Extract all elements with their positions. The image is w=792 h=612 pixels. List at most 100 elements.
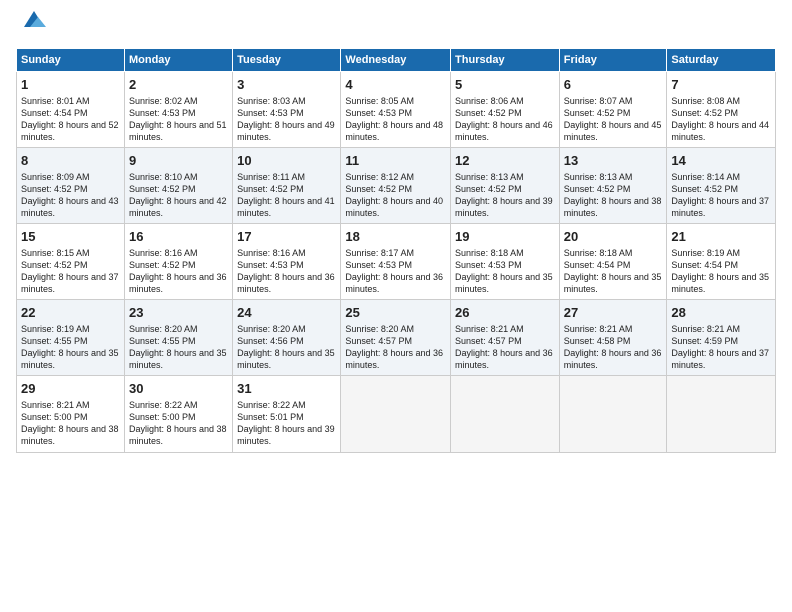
day-number: 15 [21, 228, 120, 246]
calendar-cell: 2Sunrise: 8:02 AMSunset: 4:53 PMDaylight… [124, 72, 232, 148]
daylight: Daylight: 8 hours and 36 minutes. [345, 271, 446, 295]
sunset: Sunset: 4:52 PM [129, 183, 228, 195]
day-number: 27 [564, 304, 663, 322]
sunset: Sunset: 4:59 PM [671, 335, 771, 347]
header-day-monday: Monday [124, 49, 232, 72]
calendar-cell: 23Sunrise: 8:20 AMSunset: 4:55 PMDayligh… [124, 300, 232, 376]
sunrise: Sunrise: 8:22 AM [129, 399, 228, 411]
calendar-cell: 16Sunrise: 8:16 AMSunset: 4:52 PMDayligh… [124, 224, 232, 300]
sunset: Sunset: 4:55 PM [129, 335, 228, 347]
sunrise: Sunrise: 8:19 AM [671, 247, 771, 259]
sunrise: Sunrise: 8:20 AM [345, 323, 446, 335]
sunset: Sunset: 4:52 PM [671, 183, 771, 195]
page-container: SundayMondayTuesdayWednesdayThursdayFrid… [0, 0, 792, 461]
calendar-cell: 31Sunrise: 8:22 AMSunset: 5:01 PMDayligh… [233, 376, 341, 452]
sunrise: Sunrise: 8:12 AM [345, 171, 446, 183]
header-day-friday: Friday [559, 49, 667, 72]
daylight: Daylight: 8 hours and 43 minutes. [21, 195, 120, 219]
sunset: Sunset: 4:52 PM [455, 183, 555, 195]
header-day-wednesday: Wednesday [341, 49, 451, 72]
sunrise: Sunrise: 8:11 AM [237, 171, 336, 183]
week-row-5: 29Sunrise: 8:21 AMSunset: 5:00 PMDayligh… [17, 376, 776, 452]
sunrise: Sunrise: 8:21 AM [564, 323, 663, 335]
day-number: 23 [129, 304, 228, 322]
daylight: Daylight: 8 hours and 36 minutes. [345, 347, 446, 371]
day-number: 13 [564, 152, 663, 170]
sunrise: Sunrise: 8:01 AM [21, 95, 120, 107]
calendar-cell: 20Sunrise: 8:18 AMSunset: 4:54 PMDayligh… [559, 224, 667, 300]
calendar-cell [341, 376, 451, 452]
daylight: Daylight: 8 hours and 49 minutes. [237, 119, 336, 143]
day-number: 19 [455, 228, 555, 246]
sunset: Sunset: 4:55 PM [21, 335, 120, 347]
day-number: 30 [129, 380, 228, 398]
sunset: Sunset: 4:53 PM [237, 107, 336, 119]
daylight: Daylight: 8 hours and 37 minutes. [671, 347, 771, 371]
week-row-3: 15Sunrise: 8:15 AMSunset: 4:52 PMDayligh… [17, 224, 776, 300]
calendar-cell [667, 376, 776, 452]
day-number: 10 [237, 152, 336, 170]
daylight: Daylight: 8 hours and 36 minutes. [564, 347, 663, 371]
daylight: Daylight: 8 hours and 41 minutes. [237, 195, 336, 219]
sunrise: Sunrise: 8:19 AM [21, 323, 120, 335]
daylight: Daylight: 8 hours and 46 minutes. [455, 119, 555, 143]
page-header [16, 16, 776, 38]
calendar-cell: 19Sunrise: 8:18 AMSunset: 4:53 PMDayligh… [451, 224, 560, 300]
sunrise: Sunrise: 8:05 AM [345, 95, 446, 107]
day-number: 3 [237, 76, 336, 94]
header-day-sunday: Sunday [17, 49, 125, 72]
calendar-cell: 25Sunrise: 8:20 AMSunset: 4:57 PMDayligh… [341, 300, 451, 376]
week-row-2: 8Sunrise: 8:09 AMSunset: 4:52 PMDaylight… [17, 148, 776, 224]
sunrise: Sunrise: 8:17 AM [345, 247, 446, 259]
day-number: 31 [237, 380, 336, 398]
sunrise: Sunrise: 8:10 AM [129, 171, 228, 183]
daylight: Daylight: 8 hours and 38 minutes. [564, 195, 663, 219]
daylight: Daylight: 8 hours and 38 minutes. [21, 423, 120, 447]
calendar-cell: 17Sunrise: 8:16 AMSunset: 4:53 PMDayligh… [233, 224, 341, 300]
calendar-cell: 6Sunrise: 8:07 AMSunset: 4:52 PMDaylight… [559, 72, 667, 148]
sunset: Sunset: 5:00 PM [21, 411, 120, 423]
sunset: Sunset: 4:52 PM [455, 107, 555, 119]
sunset: Sunset: 4:54 PM [671, 259, 771, 271]
daylight: Daylight: 8 hours and 35 minutes. [237, 347, 336, 371]
calendar-cell: 15Sunrise: 8:15 AMSunset: 4:52 PMDayligh… [17, 224, 125, 300]
sunrise: Sunrise: 8:06 AM [455, 95, 555, 107]
calendar-cell: 30Sunrise: 8:22 AMSunset: 5:00 PMDayligh… [124, 376, 232, 452]
sunrise: Sunrise: 8:18 AM [455, 247, 555, 259]
sunset: Sunset: 4:53 PM [455, 259, 555, 271]
sunset: Sunset: 4:53 PM [129, 107, 228, 119]
sunset: Sunset: 4:52 PM [564, 107, 663, 119]
daylight: Daylight: 8 hours and 38 minutes. [129, 423, 228, 447]
sunrise: Sunrise: 8:21 AM [455, 323, 555, 335]
daylight: Daylight: 8 hours and 35 minutes. [129, 347, 228, 371]
daylight: Daylight: 8 hours and 36 minutes. [237, 271, 336, 295]
calendar-cell: 27Sunrise: 8:21 AMSunset: 4:58 PMDayligh… [559, 300, 667, 376]
sunset: Sunset: 4:52 PM [21, 259, 120, 271]
sunrise: Sunrise: 8:20 AM [129, 323, 228, 335]
day-number: 6 [564, 76, 663, 94]
calendar-body: 1Sunrise: 8:01 AMSunset: 4:54 PMDaylight… [17, 72, 776, 453]
calendar-cell [559, 376, 667, 452]
daylight: Daylight: 8 hours and 37 minutes. [21, 271, 120, 295]
calendar-cell: 3Sunrise: 8:03 AMSunset: 4:53 PMDaylight… [233, 72, 341, 148]
header-row: SundayMondayTuesdayWednesdayThursdayFrid… [17, 49, 776, 72]
sunrise: Sunrise: 8:02 AM [129, 95, 228, 107]
sunrise: Sunrise: 8:15 AM [21, 247, 120, 259]
calendar-cell: 26Sunrise: 8:21 AMSunset: 4:57 PMDayligh… [451, 300, 560, 376]
calendar-cell: 21Sunrise: 8:19 AMSunset: 4:54 PMDayligh… [667, 224, 776, 300]
sunrise: Sunrise: 8:20 AM [237, 323, 336, 335]
day-number: 9 [129, 152, 228, 170]
sunset: Sunset: 4:56 PM [237, 335, 336, 347]
sunrise: Sunrise: 8:13 AM [455, 171, 555, 183]
sunset: Sunset: 4:52 PM [671, 107, 771, 119]
sunset: Sunset: 4:57 PM [455, 335, 555, 347]
calendar-cell: 1Sunrise: 8:01 AMSunset: 4:54 PMDaylight… [17, 72, 125, 148]
sunset: Sunset: 4:52 PM [345, 183, 446, 195]
sunset: Sunset: 4:54 PM [564, 259, 663, 271]
sunset: Sunset: 4:53 PM [237, 259, 336, 271]
calendar-cell: 14Sunrise: 8:14 AMSunset: 4:52 PMDayligh… [667, 148, 776, 224]
sunrise: Sunrise: 8:09 AM [21, 171, 120, 183]
day-number: 11 [345, 152, 446, 170]
header-day-saturday: Saturday [667, 49, 776, 72]
day-number: 26 [455, 304, 555, 322]
